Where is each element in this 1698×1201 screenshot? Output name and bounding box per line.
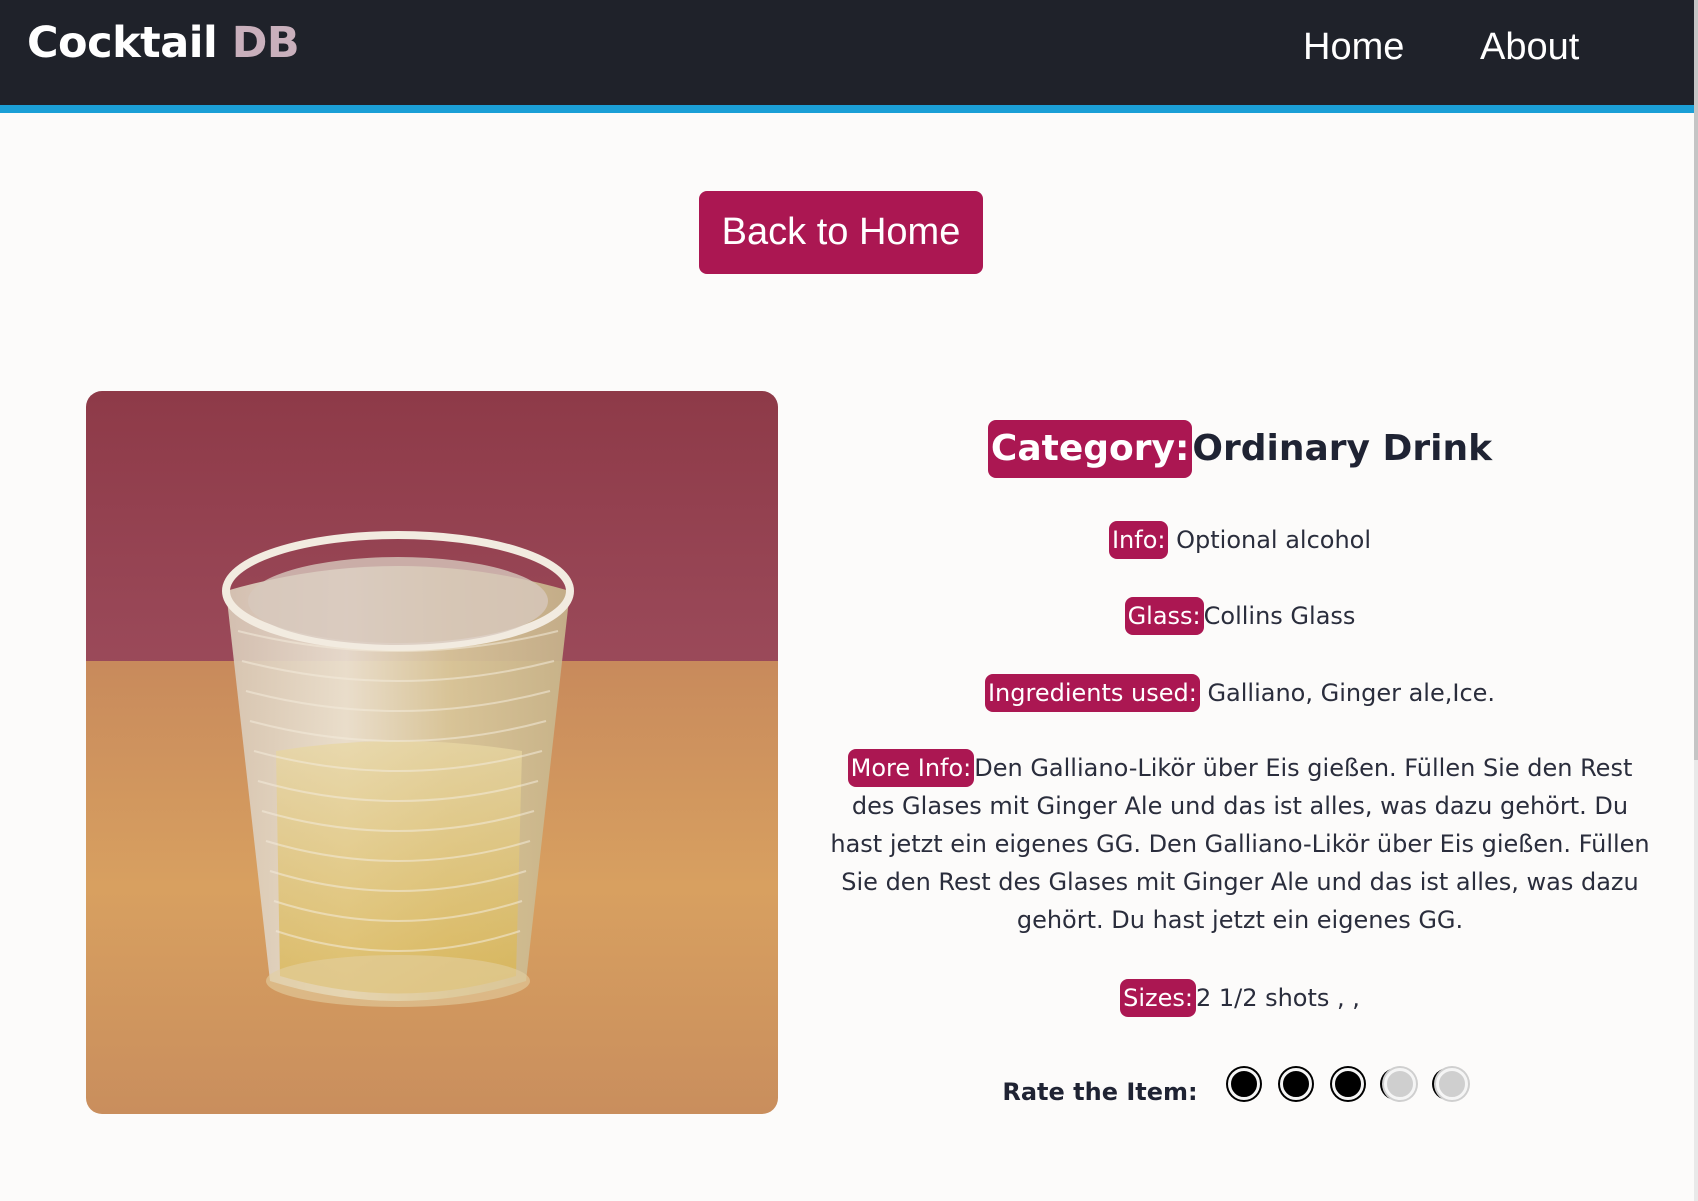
glass-row: Glass: Collins Glass [820,596,1660,636]
info-value: Optional alcohol [1176,526,1372,554]
category-value: Ordinary Drink [1192,428,1493,469]
rating-radio-2[interactable] [1279,1068,1312,1100]
nav-link-home[interactable]: Home [1303,26,1404,69]
rating-row: Rate the Item: [820,1062,1660,1106]
scrollbar[interactable] [1694,0,1698,1201]
more-info-row: More Info: Den Galliano-Likör über Eis gi… [820,749,1660,939]
glass-label: Glass: [1124,597,1204,635]
info-row: Info: Optional alcohol [820,520,1660,560]
back-to-home-button[interactable]: Back to Home [699,191,983,274]
sizes-label: Sizes: [1120,979,1196,1017]
ingredients-row: Ingredients used: Galliano, Ginger ale,I… [820,673,1660,713]
info-label: Info: [1108,521,1169,559]
category-row: Category:Ordinary Drink [820,420,1660,478]
rating-radio-4[interactable] [1383,1068,1416,1100]
rating-radio-5[interactable] [1435,1068,1468,1100]
nav-link-about[interactable]: About [1480,26,1579,69]
sizes-row: Sizes: 2 1/2 shots , , [820,978,1660,1018]
category-label: Category: [987,420,1193,478]
sizes-value: 2 1/2 shots , , [1195,984,1360,1012]
drink-image [86,391,778,1114]
brand-logo[interactable]: Cocktail DB [27,18,300,68]
drink-photo [86,391,778,1114]
more-info-label: More Info: [847,749,975,787]
rating-radio-3[interactable] [1331,1068,1364,1100]
ingredients-label: Ingredients used: [984,674,1200,712]
brand-main: Cocktail [27,18,218,68]
navbar: Cocktail DB Home About [0,0,1694,113]
brand-accent: DB [231,18,300,68]
rating-input [1218,1068,1478,1100]
ingredients-value: Galliano, Ginger ale,Ice. [1207,679,1496,707]
rating-radio-1[interactable] [1227,1068,1260,1100]
glass-value: Collins Glass [1203,602,1356,630]
rating-label: Rate the Item: [1002,1078,1198,1106]
scrollbar-thumb[interactable] [1694,0,1698,760]
